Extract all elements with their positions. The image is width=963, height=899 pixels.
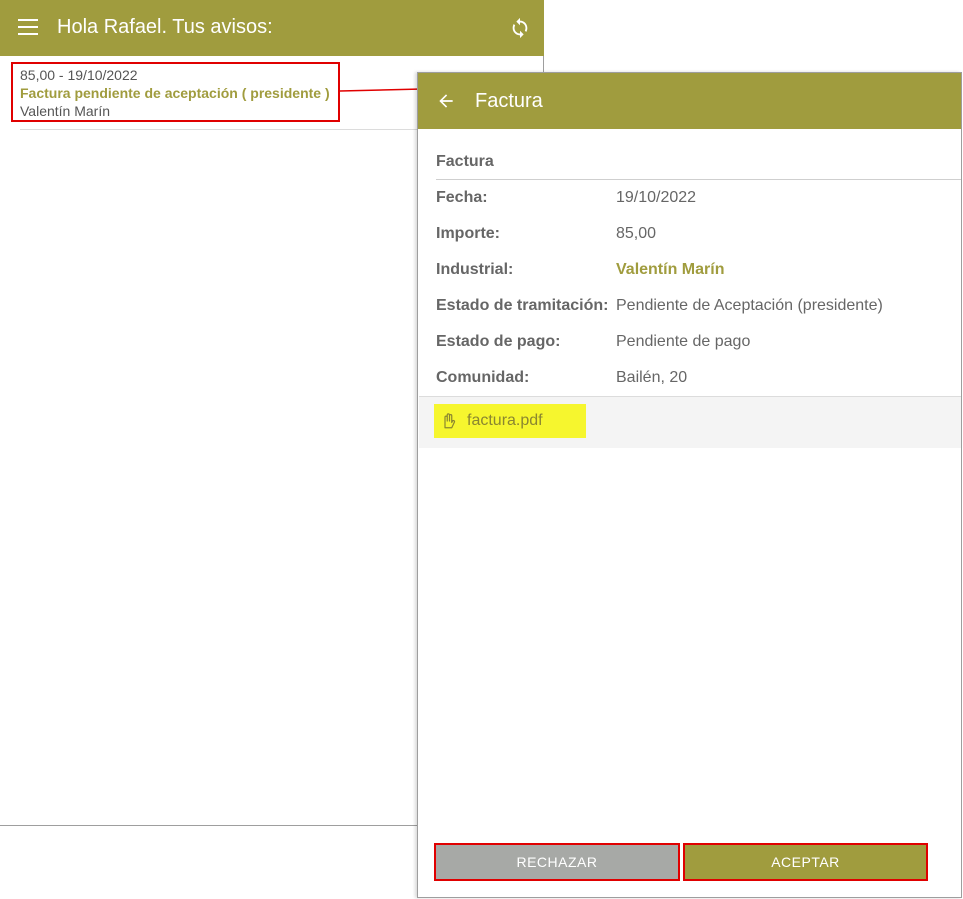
- field-value: Pendiente de Aceptación (presidente): [616, 297, 883, 314]
- attachment-name: factura.pdf: [467, 412, 543, 429]
- field-label: Estado de tramitación:: [436, 297, 609, 314]
- field-label: Comunidad:: [436, 369, 530, 386]
- section-title: Factura: [436, 153, 494, 170]
- divider: [436, 179, 961, 180]
- field-label: Industrial:: [436, 261, 514, 278]
- field-row-estado-pago: Estado de pago: Pendiente de pago: [436, 333, 956, 355]
- field-value: Bailén, 20: [616, 369, 688, 386]
- field-label: Estado de pago:: [436, 333, 561, 350]
- arrow-left-icon[interactable]: [436, 91, 456, 111]
- field-row-importe: Importe: 85,00: [436, 225, 956, 247]
- field-row-industrial: Industrial: Valentín Marín: [436, 261, 956, 283]
- field-row-comunidad: Comunidad: Bailén, 20: [436, 369, 956, 391]
- attachment-file[interactable]: factura.pdf: [434, 404, 586, 438]
- field-label: Importe:: [436, 225, 500, 242]
- page-title: Factura: [475, 90, 543, 112]
- refresh-icon[interactable]: [509, 17, 531, 39]
- hand-icon: [444, 413, 456, 429]
- page-title: Hola Rafael. Tus avisos:: [57, 16, 273, 38]
- field-row-fecha: Fecha: 19/10/2022: [436, 189, 956, 211]
- menu-icon[interactable]: [18, 19, 38, 37]
- field-row-estado-tramitacion: Estado de tramitación: Pendiente de Acep…: [436, 297, 956, 319]
- annotation-highlight-box: [11, 62, 340, 122]
- field-value: Pendiente de pago: [616, 333, 751, 350]
- attachments-section: factura.pdf: [419, 396, 961, 448]
- field-label: Fecha:: [436, 189, 488, 206]
- reject-button[interactable]: RECHAZAR: [434, 843, 680, 881]
- invoice-detail-screen: Factura Factura Fecha: 19/10/2022 Import…: [417, 72, 962, 898]
- industrial-link[interactable]: Valentín Marín: [616, 261, 724, 279]
- field-value: 19/10/2022: [616, 189, 697, 206]
- field-value: 85,00: [616, 225, 657, 242]
- accept-button[interactable]: ACEPTAR: [683, 843, 928, 881]
- invoice-app-bar: Factura: [418, 73, 961, 129]
- notices-app-bar: Hola Rafael. Tus avisos:: [0, 0, 544, 56]
